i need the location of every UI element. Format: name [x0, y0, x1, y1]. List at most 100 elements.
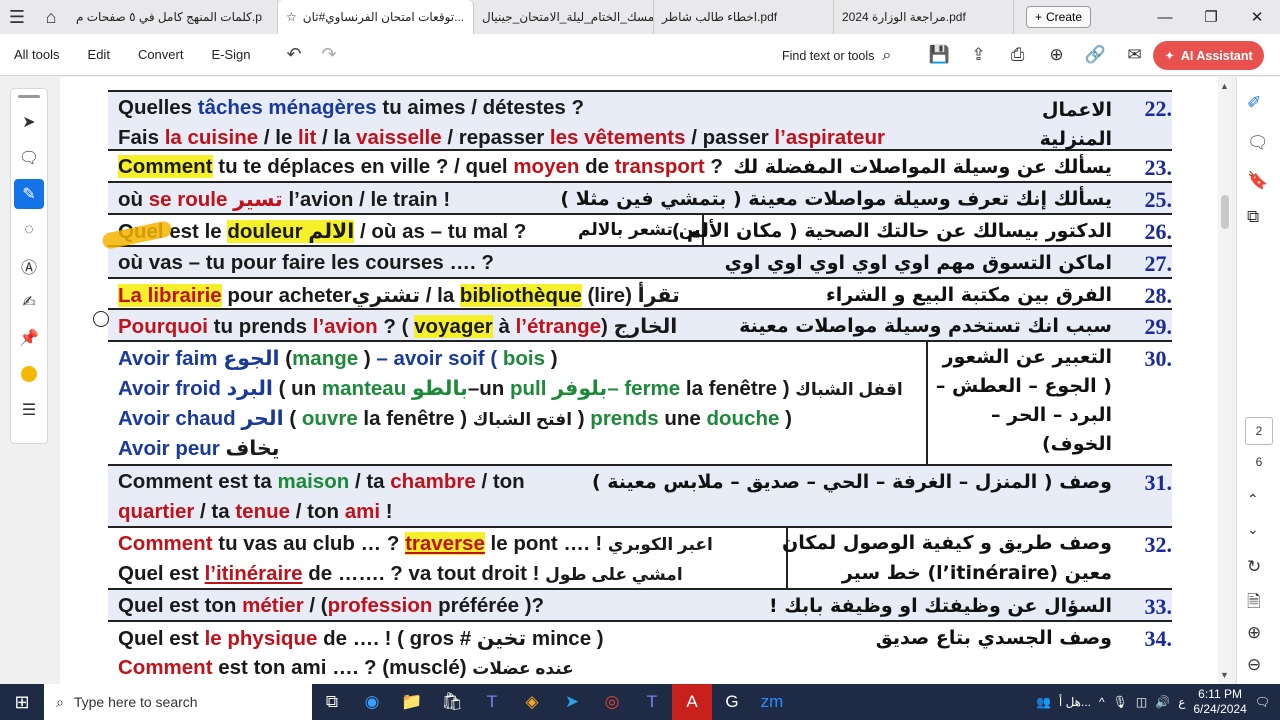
app-g-icon[interactable]: G: [712, 684, 752, 720]
telegram-icon[interactable]: ➤: [552, 684, 592, 720]
print-icon[interactable]: ⎙: [998, 42, 1037, 68]
vertical-scrollbar[interactable]: ▲ ▼: [1218, 77, 1232, 684]
ar-label: ( الجوع – العطش –: [935, 375, 1112, 397]
network-icon[interactable]: ◫: [1136, 695, 1147, 709]
zoom-in-icon[interactable]: ⊕: [1247, 623, 1261, 643]
mic-icon[interactable]: 🎙: [1113, 695, 1128, 709]
tab-1[interactable]: ☆ توقعات امتحان الفرنساوي#ثان... ✕: [278, 0, 474, 34]
zoom-out-icon[interactable]: ⊖: [1247, 655, 1261, 675]
people-icon[interactable]: 👥: [1036, 695, 1051, 709]
email-icon[interactable]: ✉: [1115, 42, 1154, 68]
document-page: Quelles tâches ménagères tu aimes / déte…: [60, 77, 1218, 684]
more-lines-icon[interactable]: ☰: [14, 395, 44, 425]
tab-label: كلمات المنهج كامل في ٥ صفحات م.p: [76, 10, 262, 24]
teams-app-icon[interactable]: T: [632, 684, 672, 720]
clock-time: 6:11 PM: [1198, 687, 1242, 701]
windows-start-icon[interactable]: ⊞: [0, 684, 44, 720]
refresh-icon[interactable]: ↻: [1247, 557, 1261, 577]
cursor-circle: [93, 311, 109, 327]
close-window-icon[interactable]: ✕: [1234, 0, 1280, 34]
ai-label: AI Assistant: [1180, 48, 1253, 63]
vpn-icon[interactable]: ◈: [512, 684, 552, 720]
home-icon[interactable]: ⌂: [34, 0, 68, 34]
undo-icon[interactable]: ↶: [277, 44, 312, 65]
row-number: 28.: [1144, 283, 1173, 308]
ar-label: اماكن التسوق مهم اوي اوي اوي اوي اوي: [724, 252, 1112, 274]
chrome-icon[interactable]: ◎: [592, 684, 632, 720]
ar-label: وصف طريق و كيفية الوصول لمكان: [781, 532, 1112, 554]
select-arrow-icon[interactable]: ➤: [14, 107, 44, 137]
ar-label: وصف الجسدي بتاع صديق: [875, 627, 1112, 649]
clock[interactable]: 6:11 PM 6/24/2024: [1193, 687, 1246, 717]
ar-label: الدكتور بيسالك عن حالتك الصحية ( مكان ال…: [671, 220, 1112, 242]
scroll-thumb[interactable]: [1221, 195, 1229, 229]
add-comment-icon[interactable]: 🗨: [14, 143, 44, 173]
plus-icon: +: [1035, 10, 1043, 24]
comment-icon[interactable]: 🗨: [1247, 133, 1269, 153]
bookmark-icon[interactable]: 🔖: [1247, 171, 1268, 191]
redo-icon[interactable]: ↷: [312, 44, 347, 65]
taskbar: ⊞ ⌕ Type here to search ⧉ ◉ 📁 🛍 T ◈ ➤ ◎ …: [0, 684, 1280, 720]
maximize-icon[interactable]: ❐: [1188, 0, 1234, 34]
fill-sign-icon[interactable]: ✍: [14, 287, 44, 317]
create-button[interactable]: + Create: [1026, 6, 1092, 28]
cell-divider: [926, 342, 928, 464]
acrobat-icon[interactable]: A: [672, 684, 712, 720]
tab-label: توقعات امتحان الفرنساوي#ثان...: [302, 10, 465, 24]
rail-grip[interactable]: [18, 95, 40, 98]
file-explorer-icon[interactable]: 📁: [392, 684, 432, 720]
volume-icon[interactable]: 🔊: [1155, 695, 1170, 709]
fr-line: Avoir faim الجوع (mange ) – avoir soif (…: [118, 347, 558, 370]
share-icon[interactable]: ⊕: [1037, 42, 1076, 68]
color-picker[interactable]: [14, 359, 44, 389]
tab-3[interactable]: اخطاء طالب شاطر.pdf: [654, 0, 834, 34]
highlight-pen-icon[interactable]: ✎: [14, 179, 44, 209]
copy-pages-icon[interactable]: ⧉: [1247, 207, 1259, 227]
chevron-up-icon[interactable]: ^: [1099, 695, 1105, 709]
save-icon[interactable]: 💾: [920, 42, 959, 68]
upload-icon[interactable]: ⇪: [959, 42, 998, 68]
menu-edit[interactable]: Edit: [74, 47, 124, 62]
fr-line: Fais la cuisine / le lit / la vaisselle …: [118, 126, 885, 149]
star-icon[interactable]: ☆: [286, 10, 297, 24]
find-text-button[interactable]: Find text or tools ⌕: [782, 47, 891, 65]
lasso-icon[interactable]: ◌: [14, 215, 44, 245]
current-page-field[interactable]: 2: [1245, 417, 1273, 445]
menu-all-tools[interactable]: All tools: [0, 47, 74, 62]
tab-2[interactable]: مسك_الختام_ليلة_الامتحان_جينيال...: [474, 0, 654, 34]
language-indicator[interactable]: ع: [1178, 695, 1185, 709]
minimize-icon[interactable]: —: [1142, 0, 1188, 34]
edge-icon[interactable]: ◉: [352, 684, 392, 720]
scroll-up-icon[interactable]: ▲: [1220, 81, 1229, 91]
edit-pdf-icon[interactable]: ✐: [1247, 93, 1261, 113]
pin-icon[interactable]: 📌: [14, 323, 44, 353]
menu-convert[interactable]: Convert: [124, 47, 198, 62]
task-view-icon[interactable]: ⧉: [312, 684, 352, 720]
weather-text[interactable]: هل أ...: [1059, 695, 1091, 709]
link-icon[interactable]: 🔗: [1076, 42, 1115, 68]
text-select-icon[interactable]: Ⓐ: [14, 251, 44, 281]
menu-esign[interactable]: E-Sign: [197, 47, 264, 62]
color-swatch: [21, 366, 37, 382]
zoom-app-icon[interactable]: zm: [752, 684, 792, 720]
row-number: 22.: [1144, 96, 1173, 121]
tab-4[interactable]: مراجعة الوزارة 2024.pdf: [834, 0, 1014, 34]
ai-icon: ✦: [1164, 49, 1175, 63]
ar-label: يسألك إنك تعرف وسيلة مواصلات معينة ( بتم…: [560, 188, 1112, 210]
next-page-icon[interactable]: ⌄: [1247, 521, 1259, 538]
menu-icon[interactable]: ☰: [0, 0, 34, 34]
scroll-down-icon[interactable]: ▼: [1220, 670, 1229, 680]
prev-page-icon[interactable]: ⌃: [1247, 491, 1259, 508]
store-icon[interactable]: 🛍: [432, 684, 472, 720]
teams-icon[interactable]: T: [472, 684, 512, 720]
row-number: 27.: [1144, 251, 1173, 276]
notification-icon[interactable]: 🗨: [1255, 695, 1270, 709]
ai-assistant-button[interactable]: ✦ AI Assistant: [1153, 41, 1264, 70]
document-icon[interactable]: 🗎: [1247, 589, 1261, 618]
taskbar-search[interactable]: ⌕ Type here to search: [44, 684, 312, 720]
ar-label: السؤال عن وظيفتك او وظيفة بابك !: [769, 595, 1112, 617]
fr-line: Avoir peur يخاف: [118, 437, 280, 460]
tab-0[interactable]: كلمات المنهج كامل في ٥ صفحات م.p: [68, 0, 278, 34]
row-number: 29.: [1144, 314, 1173, 339]
row-number: 33.: [1144, 594, 1173, 619]
